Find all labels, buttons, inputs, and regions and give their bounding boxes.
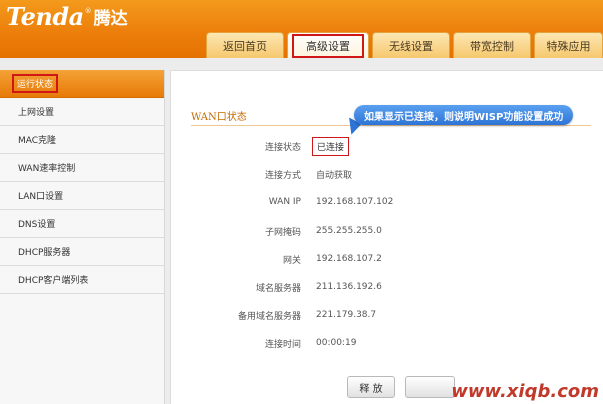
row-label: 网关 — [282, 255, 301, 266]
sidebar-item-label: MAC克隆 — [18, 136, 57, 146]
row-value: 192.168.107.2 — [316, 254, 382, 264]
tab-special-applications[interactable]: 特殊应用 — [534, 32, 603, 58]
section-divider — [191, 125, 591, 126]
row-label: 连接方式 — [264, 170, 301, 181]
connection-status-value: 已连接 — [312, 136, 350, 156]
section-title: WAN口状态 — [191, 112, 247, 123]
sidebar-item-dhcp-client-list[interactable]: DHCP客户端列表 — [0, 266, 164, 294]
sidebar-item-label: DNS设置 — [18, 220, 56, 230]
sidebar-item-dhcp-server[interactable]: DHCP服务器 — [0, 238, 164, 266]
row-value: 自动获取 — [316, 170, 353, 181]
header: Tenda ® 腾达 返回首页 高级设置 无线设置 带宽控制 特殊应用 — [0, 0, 603, 58]
tab-wireless-settings-label: 无线设置 — [389, 39, 433, 53]
tab-home[interactable]: 返回首页 — [206, 32, 284, 58]
tab-advanced-settings-label: 高级设置 — [292, 33, 364, 58]
row-value: 255.255.255.0 — [316, 226, 382, 236]
status-row-dns-server: 域名服务器 211.136.192.6 — [171, 277, 603, 297]
status-row-wan-ip: WAN IP 192.168.107.102 — [171, 192, 603, 212]
row-value: 00:00:19 — [316, 338, 357, 348]
sidebar-item-label: 上网设置 — [18, 108, 55, 118]
tab-special-applications-label: 特殊应用 — [546, 39, 591, 53]
main-content: WAN口状态 如果显示已连接，则说明WISP功能设置成功 连接状态 已连接 连接… — [170, 70, 603, 404]
tab-advanced-settings[interactable]: 高级设置 — [287, 32, 369, 58]
status-row-subnet-mask: 子网掩码 255.255.255.0 — [171, 221, 603, 241]
registered-mark: ® — [84, 7, 92, 15]
row-value: 211.136.192.6 — [316, 282, 382, 292]
sidebar-item-label: DHCP客户端列表 — [18, 276, 89, 286]
row-value: 192.168.107.102 — [316, 197, 394, 207]
row-value: 221.179.38.7 — [316, 310, 377, 320]
status-row-connection-type: 连接方式 自动获取 — [171, 164, 603, 184]
release-button[interactable]: 释 放 — [347, 376, 395, 398]
brand-cn-name: 腾达 — [93, 8, 128, 29]
sidebar-item-wan-speed-control[interactable]: WAN速率控制 — [0, 154, 164, 182]
row-label: WAN IP — [268, 197, 301, 207]
tab-bandwidth-control[interactable]: 带宽控制 — [453, 32, 531, 58]
tab-home-label: 返回首页 — [223, 39, 267, 53]
sidebar-item-internet-settings[interactable]: 上网设置 — [0, 98, 164, 126]
sidebar-item-label: LAN口设置 — [18, 192, 64, 202]
sidebar-item-dns-settings[interactable]: DNS设置 — [0, 210, 164, 238]
row-label: 备用域名服务器 — [237, 311, 301, 322]
tenda-logo: Tenda ® 腾达 — [6, 2, 128, 31]
status-row-connection-status: 连接状态 已连接 — [171, 136, 603, 156]
tab-bandwidth-control-label: 带宽控制 — [470, 39, 514, 53]
row-label: 子网掩码 — [264, 227, 301, 238]
sidebar-item-lan-settings[interactable]: LAN口设置 — [0, 182, 164, 210]
row-label: 连接时间 — [264, 339, 301, 350]
annotation-callout: 如果显示已连接，则说明WISP功能设置成功 — [354, 105, 574, 125]
sidebar-item-label: DHCP服务器 — [18, 248, 71, 258]
status-row-gateway: 网关 192.168.107.2 — [171, 249, 603, 269]
sidebar-item-label: 运行状态 — [12, 74, 59, 93]
tab-wireless-settings[interactable]: 无线设置 — [372, 32, 450, 58]
top-navbar: 返回首页 高级设置 无线设置 带宽控制 特殊应用 — [0, 27, 603, 58]
sidebar-item-running-status[interactable]: 运行状态 — [0, 70, 164, 98]
status-row-connection-time: 连接时间 00:00:19 — [171, 333, 603, 353]
secondary-button[interactable] — [405, 376, 455, 398]
left-sidebar: 运行状态 上网设置 MAC克隆 WAN速率控制 LAN口设置 DNS设置 DHC… — [0, 70, 165, 404]
row-label: 域名服务器 — [255, 283, 301, 294]
row-label: 连接状态 — [264, 142, 301, 153]
status-row-backup-dns: 备用域名服务器 221.179.38.7 — [171, 305, 603, 325]
sidebar-item-mac-clone[interactable]: MAC克隆 — [0, 126, 164, 154]
sidebar-item-label: WAN速率控制 — [18, 164, 76, 174]
site-watermark: www.xiqb.com — [451, 381, 599, 402]
